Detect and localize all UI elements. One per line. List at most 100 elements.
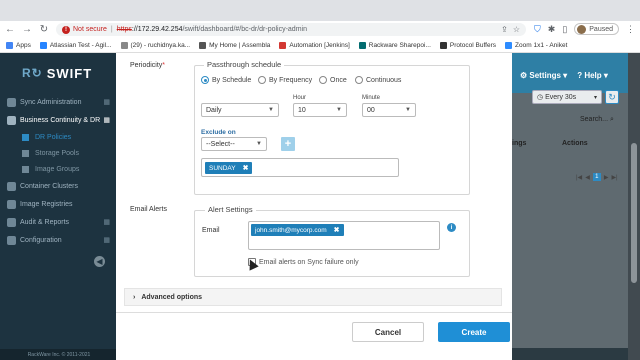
image-group-icon bbox=[22, 165, 29, 173]
url-host: ://172.29.42.254 bbox=[131, 26, 183, 33]
refresh-button[interactable]: ↻ bbox=[605, 90, 619, 104]
sidebar-item-audit-reports[interactable]: Audit & Reports ▦ bbox=[0, 213, 118, 231]
browser-menu-icon[interactable]: ⋮ bbox=[626, 24, 635, 35]
prev-page-icon[interactable]: ◀ bbox=[585, 174, 590, 181]
page-scrollbar[interactable] bbox=[628, 53, 640, 360]
cancel-button[interactable]: Cancel bbox=[352, 322, 424, 342]
header-menus: ⚙ Settings ▾ ? Help ▾ bbox=[514, 67, 640, 83]
profile-status-label: Paused bbox=[589, 25, 614, 33]
profile-button[interactable]: Paused bbox=[574, 23, 620, 35]
sidebar-subitem-label: Image Groups bbox=[35, 165, 80, 173]
gear-icon bbox=[7, 235, 16, 245]
info-icon[interactable]: i bbox=[447, 223, 456, 232]
sidebar-item-label: Container Clusters bbox=[20, 182, 78, 190]
footer-divider bbox=[116, 312, 512, 313]
avatar bbox=[577, 24, 587, 34]
sidebar-subitem-dr-policies[interactable]: DR Policies bbox=[0, 129, 118, 145]
add-exclude-day-button[interactable]: + bbox=[281, 137, 295, 151]
bookmark-item[interactable]: (29) - ruchidnya.ka... bbox=[120, 41, 191, 49]
sync-failure-only-checkbox[interactable]: Email alerts on Sync failure only bbox=[248, 258, 359, 266]
bookmark-item[interactable]: Automation [Jenkins] bbox=[279, 41, 350, 49]
bookmarks-bar: Apps Atlassian Test - Agil... (29) - ruchi… bbox=[0, 38, 640, 53]
url-protocol: https bbox=[116, 26, 132, 33]
create-button[interactable]: Create bbox=[438, 322, 510, 342]
radio-by-schedule[interactable]: By Schedule bbox=[201, 76, 251, 84]
chevron-down-icon: ▼ bbox=[268, 107, 274, 113]
email-alerts-label: Email Alerts bbox=[130, 206, 167, 213]
radio-once[interactable]: Once bbox=[319, 76, 347, 84]
checkbox-label: Email alerts on Sync failure only bbox=[259, 258, 359, 266]
policy-icon bbox=[22, 133, 29, 141]
page-number[interactable]: 1 bbox=[592, 173, 601, 181]
email-label: Email bbox=[202, 227, 220, 234]
extensions-puzzle-icon[interactable]: ✱ bbox=[548, 24, 556, 35]
excluded-days-box[interactable]: SUNDAY ✖ bbox=[201, 158, 399, 177]
settings-menu[interactable]: ⚙ Settings ▾ bbox=[520, 71, 567, 80]
sidebar-panel-icon[interactable]: ▯ bbox=[562, 24, 567, 35]
hour-select[interactable]: 10 ▼ bbox=[293, 103, 347, 117]
frequency-select[interactable]: Daily ▼ bbox=[201, 103, 279, 117]
app-root: ⚙ Settings ▾ ? Help ▾ ◷ Every 30s ▾ ↻ Se… bbox=[0, 53, 640, 360]
sidebar-item-configuration[interactable]: Configuration ▦ bbox=[0, 231, 118, 249]
bookmark-label: My Home | Assembla bbox=[209, 41, 271, 49]
bookmark-label: Apps bbox=[16, 41, 31, 49]
bookmark-item[interactable]: Protocol Buffers bbox=[439, 41, 496, 49]
back-icon[interactable]: ← bbox=[3, 23, 17, 37]
sidebar-subitem-storage-pools[interactable]: Storage Pools bbox=[0, 145, 118, 161]
reload-icon[interactable]: ↻ bbox=[37, 23, 51, 37]
sidebar-item-sync-administration[interactable]: Sync Administration ▦ bbox=[0, 93, 118, 111]
bookmark-favicon-icon bbox=[439, 41, 447, 49]
exclude-day-select[interactable]: --Select-- ▼ bbox=[201, 137, 267, 151]
bookmark-item[interactable]: My Home | Assembla bbox=[199, 41, 271, 49]
bookmark-favicon-icon bbox=[39, 41, 47, 49]
refresh-interval-select[interactable]: ◷ Every 30s ▾ bbox=[532, 90, 602, 104]
table-header: ings Actions bbox=[512, 136, 628, 150]
collapse-sidebar-icon[interactable]: ◀ bbox=[94, 256, 105, 267]
column-header-actions: Actions bbox=[562, 139, 588, 147]
bookmark-star-icon[interactable]: ☆ bbox=[513, 25, 520, 34]
chevron-down-icon: ▼ bbox=[405, 107, 411, 113]
bookmark-label: (29) - ruchidnya.ka... bbox=[130, 41, 191, 49]
bookmark-item[interactable]: Atlassian Test - Agil... bbox=[39, 41, 112, 49]
bookmark-favicon-icon bbox=[199, 41, 207, 49]
radio-unchecked-icon bbox=[319, 76, 327, 84]
email-recipients-box[interactable]: john.smith@mycorp.com ✖ bbox=[248, 221, 440, 250]
scrollbar-thumb[interactable] bbox=[631, 143, 637, 283]
grid-icon: ▦ bbox=[103, 99, 110, 106]
bookmark-item[interactable]: Zoom 1x1 - Aniket bbox=[505, 41, 568, 49]
radio-continuous[interactable]: Continuous bbox=[355, 76, 401, 84]
address-bar[interactable]: ! Not secure | https ://172.29.42.254 /s… bbox=[56, 23, 526, 36]
radio-by-frequency[interactable]: By Frequency bbox=[258, 76, 312, 84]
minute-select[interactable]: 00 ▼ bbox=[362, 103, 416, 117]
sidebar: R↻ SWIFT Sync Administration ▦ Business … bbox=[0, 53, 118, 360]
help-menu[interactable]: ? Help ▾ bbox=[577, 71, 608, 80]
forward-icon[interactable]: → bbox=[20, 23, 34, 37]
sidebar-item-container-clusters[interactable]: Container Clusters bbox=[0, 177, 118, 195]
remove-tag-icon[interactable]: ✖ bbox=[243, 164, 249, 172]
column-header-settings: ings bbox=[512, 139, 527, 147]
bookmark-item[interactable]: Rackware Sharepoi... bbox=[358, 41, 431, 49]
pagination: |◀ ◀ 1 ▶ ▶| bbox=[576, 173, 618, 181]
sidebar-item-business-continuity[interactable]: Business Continuity & DR ▦ bbox=[0, 111, 118, 129]
frequency-value: Daily bbox=[206, 106, 222, 114]
copyright-footer: RackWare Inc. © 2011-2021 bbox=[0, 349, 118, 360]
remove-tag-icon[interactable]: ✖ bbox=[334, 226, 340, 234]
apps-grid-icon bbox=[6, 41, 13, 49]
first-page-icon[interactable]: |◀ bbox=[576, 174, 582, 181]
shield-extension-icon[interactable]: ⛉ bbox=[534, 24, 541, 35]
periodicity-label: Periodicity* bbox=[130, 62, 165, 69]
sidebar-item-label: Configuration bbox=[20, 236, 62, 244]
next-page-icon[interactable]: ▶ bbox=[604, 174, 609, 181]
passthrough-schedule-legend: Passthrough schedule bbox=[204, 60, 285, 69]
swift-logo: R↻ SWIFT bbox=[0, 53, 118, 93]
bookmark-label: Rackware Sharepoi... bbox=[368, 41, 431, 49]
bookmark-label: Zoom 1x1 - Aniket bbox=[515, 41, 568, 49]
sidebar-item-image-registries[interactable]: Image Registries bbox=[0, 195, 118, 213]
share-icon[interactable]: ⇪ bbox=[501, 25, 508, 34]
bookmark-item[interactable]: Apps bbox=[6, 41, 31, 49]
continuity-icon bbox=[7, 115, 16, 125]
last-page-icon[interactable]: ▶| bbox=[611, 174, 617, 181]
advanced-options-toggle[interactable]: › Advanced options bbox=[124, 288, 502, 306]
table-search[interactable]: Search... ⌕ bbox=[580, 116, 614, 124]
sidebar-subitem-image-groups[interactable]: Image Groups bbox=[0, 161, 118, 177]
